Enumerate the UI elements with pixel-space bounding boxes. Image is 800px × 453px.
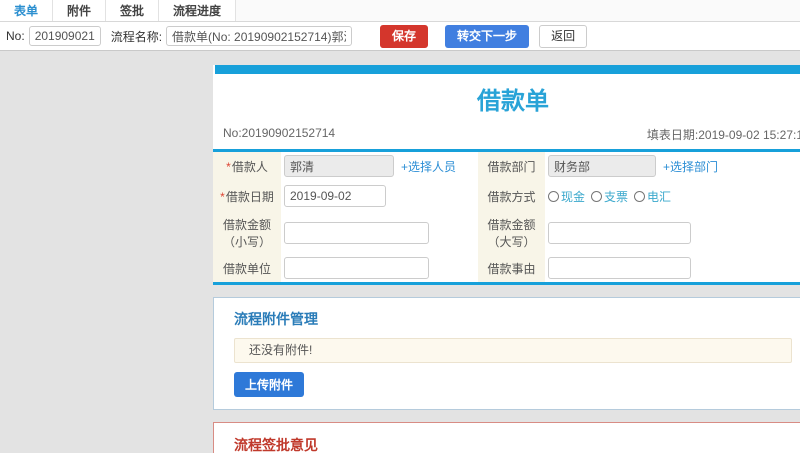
tab-process-progress[interactable]: 流程进度 <box>159 0 237 21</box>
loan-form-panel: 借款单 No:20190902152714 填表日期:2019-09-02 15… <box>213 65 800 285</box>
method-radio-group: 现金 支票 电汇 <box>548 188 671 205</box>
borrower-input[interactable] <box>284 155 394 177</box>
reason-input[interactable] <box>548 257 691 279</box>
unit-input[interactable] <box>284 257 429 279</box>
approval-panel: 流程签批意见 B I abc <box>213 422 800 453</box>
loan-date-field-cell <box>281 180 478 212</box>
tab-bar: 表单 附件 签批 流程进度 <box>0 0 800 22</box>
cash-radio[interactable] <box>548 190 559 202</box>
borrower-label: *借款人 <box>213 152 281 180</box>
required-marker: * <box>226 159 231 174</box>
department-input[interactable] <box>548 155 656 177</box>
upload-attachment-button[interactable]: 上传附件 <box>234 372 305 397</box>
method-option-cash[interactable]: 现金 <box>548 188 585 205</box>
no-label: No: <box>6 29 25 43</box>
form-fill-date: 填表日期:2019-09-02 15:27:1 <box>646 128 800 142</box>
amount-upper-label: 借款金额（大写） <box>478 212 545 254</box>
attachments-panel: 流程附件管理 还没有附件! 上传附件 <box>213 297 800 410</box>
tab-attachment[interactable]: 附件 <box>53 0 107 21</box>
borrower-field-cell: +选择人员 <box>281 152 478 180</box>
approval-title: 流程签批意见 <box>234 437 318 453</box>
loan-date-input[interactable] <box>284 185 386 207</box>
form-fields-table: *借款人 +选择人员 借款部门 +选择部门 *借款日期 借款方式 <box>213 152 800 285</box>
select-department-link[interactable]: +选择部门 <box>663 158 718 175</box>
check-radio[interactable] <box>591 190 603 202</box>
method-label: 借款方式 <box>478 180 545 212</box>
process-name-label: 流程名称: <box>110 29 163 44</box>
process-name-input[interactable] <box>166 26 353 46</box>
next-step-button[interactable]: 转交下一步 <box>445 24 530 48</box>
amount-upper-input[interactable] <box>548 222 691 244</box>
reason-label: 借款事由 <box>478 254 545 282</box>
method-option-wire[interactable]: 电汇 <box>634 188 671 205</box>
unit-field-cell <box>281 254 478 282</box>
attachments-title: 流程附件管理 <box>234 311 318 327</box>
tab-form[interactable]: 表单 <box>0 0 54 21</box>
department-label: 借款部门 <box>478 152 545 180</box>
form-title: 借款单 <box>477 88 549 115</box>
amount-lower-field-cell <box>281 212 478 254</box>
amount-lower-label: 借款金额（小写） <box>213 212 281 254</box>
department-field-cell: +选择部门 <box>545 152 800 180</box>
wire-radio[interactable] <box>634 190 646 202</box>
main-area: 借款单 No:20190902152714 填表日期:2019-09-02 15… <box>0 51 800 453</box>
form-meta-row: No:20190902152714 填表日期:2019-09-02 15:27:… <box>213 119 800 152</box>
command-bar: No: 流程名称: 保存 转交下一步 返回 <box>0 22 800 51</box>
method-field-cell: 现金 支票 电汇 <box>545 180 800 212</box>
amount-lower-input[interactable] <box>284 222 429 244</box>
reason-field-cell <box>545 254 800 282</box>
select-person-link[interactable]: +选择人员 <box>401 158 456 175</box>
no-attachments-alert: 还没有附件! <box>234 338 792 363</box>
form-doc-no: No:20190902152714 <box>223 126 336 140</box>
method-option-check[interactable]: 支票 <box>591 188 628 205</box>
required-marker: * <box>220 189 225 204</box>
loan-date-label: *借款日期 <box>213 180 281 212</box>
amount-upper-field-cell <box>545 212 800 254</box>
save-button[interactable]: 保存 <box>380 24 429 48</box>
unit-label: 借款单位 <box>213 254 281 282</box>
back-button[interactable]: 返回 <box>539 24 588 48</box>
tab-approval[interactable]: 签批 <box>106 0 160 21</box>
no-input[interactable] <box>28 26 101 46</box>
form-top-bar <box>215 65 800 74</box>
